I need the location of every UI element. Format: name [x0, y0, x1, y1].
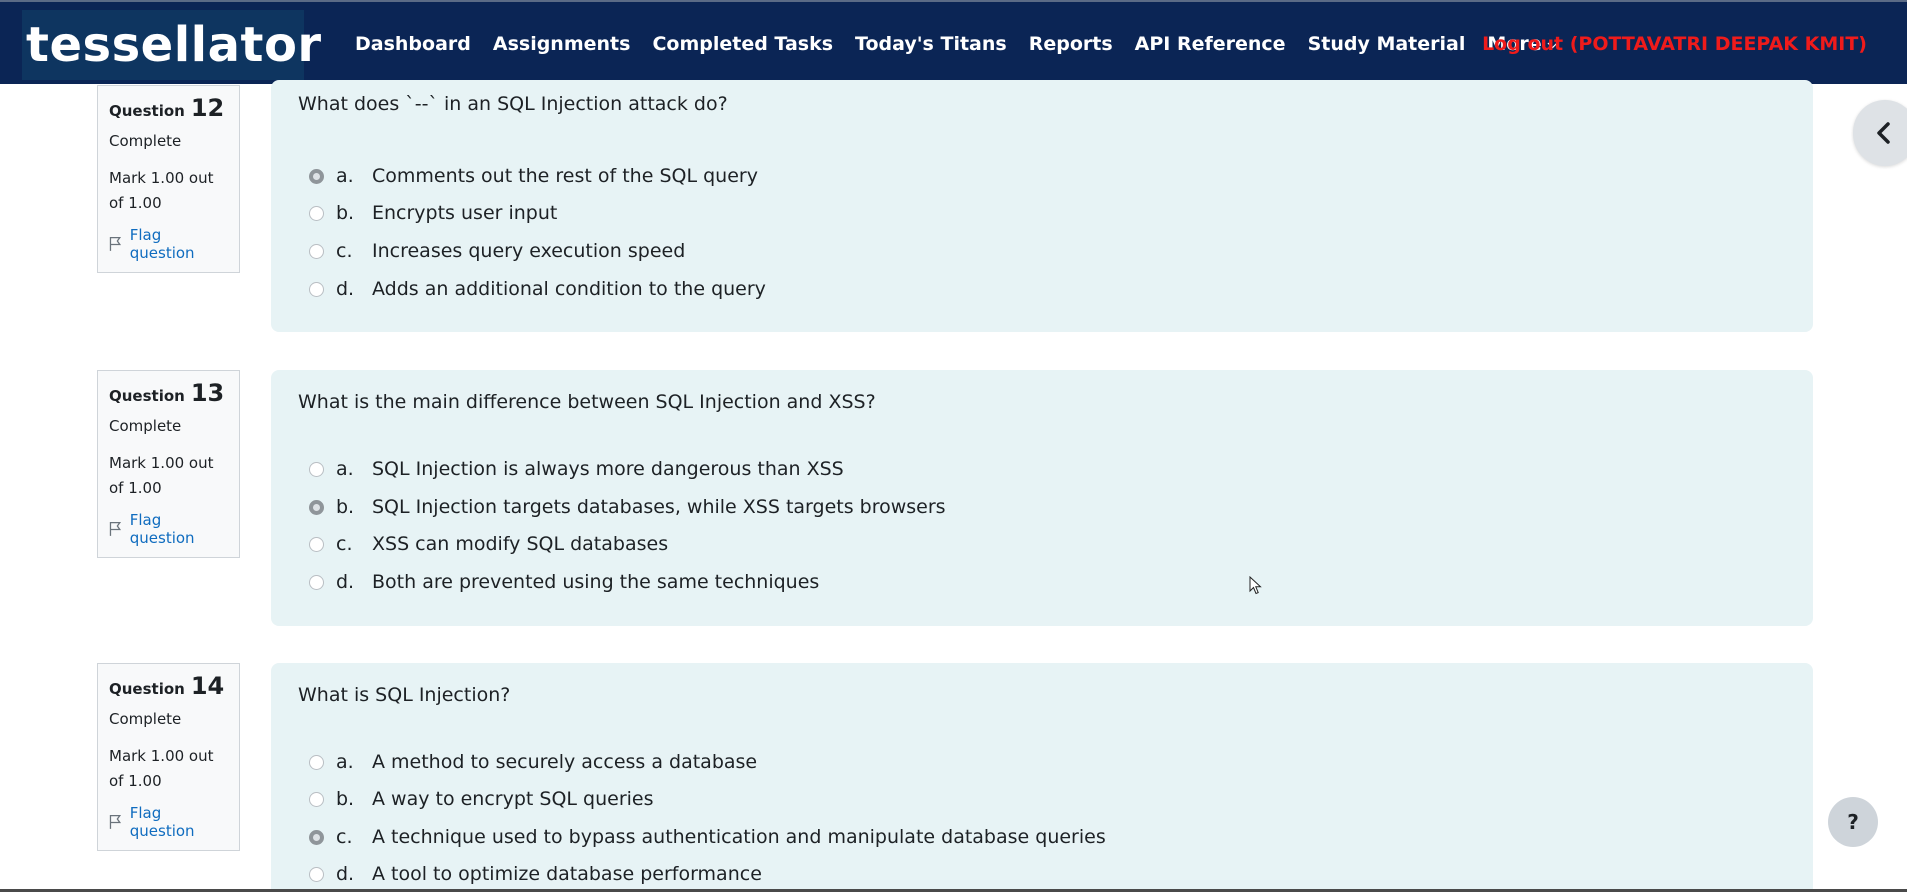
flag-question-label: Flag question — [129, 511, 195, 547]
answer-letter: a. — [336, 751, 354, 773]
answer-option-b[interactable]: b. SQL Injection targets databases, whil… — [309, 493, 946, 521]
answer-radio[interactable] — [309, 791, 324, 807]
answer-option-c[interactable]: c. A technique used to bypass authentica… — [309, 823, 1106, 851]
answer-option-a[interactable]: a. SQL Injection is always more dangerou… — [309, 455, 844, 483]
answer-letter: a. — [336, 165, 354, 187]
nav-dashboard[interactable]: Dashboard — [355, 33, 471, 55]
nav-completed-tasks[interactable]: Completed Tasks — [652, 33, 833, 55]
help-button[interactable]: ? — [1828, 797, 1878, 847]
answer-option-b[interactable]: b. A way to encrypt SQL queries — [309, 785, 654, 813]
answer-radio[interactable] — [309, 499, 324, 515]
question-state: Complete — [109, 132, 182, 150]
answer-option-a[interactable]: a. Comments out the rest of the SQL quer… — [309, 162, 758, 190]
answer-option-d[interactable]: d. Adds an additional condition to the q… — [309, 275, 766, 303]
question-text: What is SQL Injection? — [298, 684, 511, 706]
answer-option-d[interactable]: d. Both are prevented using the same tec… — [309, 568, 819, 596]
answer-letter: b. — [336, 496, 355, 518]
question-word: Question — [109, 102, 185, 120]
chevron-left-icon — [1877, 122, 1890, 144]
answer-radio[interactable] — [309, 281, 324, 297]
question-grade: Mark 1.00 out of 1.00 — [109, 454, 214, 497]
question-content-14: What is SQL Injection? a. A method to se… — [271, 663, 1813, 892]
logout-link[interactable]: Log out (POTTAVATRI DEEPAK KMIT) — [1482, 2, 1867, 86]
answer-letter: a. — [336, 458, 354, 480]
brand-logo[interactable]: tessellator — [22, 10, 321, 80]
block-drawer-toggle[interactable] — [1853, 100, 1907, 166]
answer-radio[interactable] — [309, 574, 324, 590]
question-state: Complete — [109, 417, 182, 435]
flag-icon — [109, 236, 122, 251]
question-info-13: Question 13 Complete Mark 1.00 out of 1.… — [97, 370, 240, 558]
answer-text: A tool to optimize database performance — [372, 863, 762, 885]
question-state: Complete — [109, 710, 182, 728]
answer-radio[interactable] — [309, 168, 324, 184]
answer-text: SQL Injection is always more dangerous t… — [372, 458, 844, 480]
question-number-value: 13 — [190, 379, 225, 407]
answer-letter: b. — [336, 788, 355, 810]
question-content-13: What is the main difference between SQL … — [271, 370, 1813, 626]
top-navbar: tessellator Dashboard Assignments Comple… — [0, 0, 1907, 84]
question-content-12: What does `--` in an SQL Injection attac… — [271, 80, 1813, 332]
answer-text: A method to securely access a database — [372, 751, 758, 773]
flag-icon — [109, 814, 122, 829]
flag-question-label: Flag question — [129, 804, 195, 840]
answer-letter: c. — [336, 240, 353, 262]
answer-letter: d. — [336, 278, 355, 300]
main-nav: Dashboard Assignments Completed Tasks To… — [355, 2, 1579, 86]
answer-option-a[interactable]: a. A method to securely access a databas… — [309, 748, 757, 776]
question-text: What is the main difference between SQL … — [298, 391, 876, 413]
question-word: Question — [109, 387, 185, 405]
question-number: Question 14 — [109, 672, 229, 700]
nav-api-reference[interactable]: API Reference — [1135, 33, 1286, 55]
answer-letter: b. — [336, 202, 355, 224]
answer-text: XSS can modify SQL databases — [372, 533, 669, 555]
answer-text: Encrypts user input — [372, 202, 558, 224]
mouse-cursor-icon — [1249, 576, 1262, 595]
answer-letter: d. — [336, 571, 355, 593]
answer-radio[interactable] — [309, 243, 324, 259]
question-number-value: 12 — [190, 94, 225, 122]
flag-question-label: Flag question — [129, 226, 195, 262]
question-grade: Mark 1.00 out of 1.00 — [109, 169, 214, 212]
nav-assignments[interactable]: Assignments — [493, 33, 631, 55]
nav-study-material[interactable]: Study Material — [1308, 33, 1466, 55]
question-text: What does `--` in an SQL Injection attac… — [298, 93, 728, 115]
answer-radio[interactable] — [309, 829, 324, 845]
answer-option-b[interactable]: b. Encrypts user input — [309, 199, 557, 227]
flag-icon — [109, 521, 122, 536]
answer-letter: c. — [336, 826, 353, 848]
question-number-value: 14 — [190, 672, 225, 700]
answer-radio[interactable] — [309, 205, 324, 221]
answer-letter: c. — [336, 533, 353, 555]
answer-option-c[interactable]: c. XSS can modify SQL databases — [309, 530, 668, 558]
flag-question-link[interactable]: Flag question — [109, 511, 229, 547]
question-info-12: Question 12 Complete Mark 1.00 out of 1.… — [97, 85, 240, 273]
answer-text: Adds an additional condition to the quer… — [372, 278, 766, 300]
answer-text: Comments out the rest of the SQL query — [372, 165, 758, 187]
nav-todays-titans[interactable]: Today's Titans — [855, 33, 1007, 55]
answer-text: A way to encrypt SQL queries — [372, 788, 654, 810]
answer-option-d[interactable]: d. A tool to optimize database performan… — [309, 860, 762, 888]
flag-question-link[interactable]: Flag question — [109, 804, 229, 840]
question-number: Question 13 — [109, 379, 229, 407]
question-grade: Mark 1.00 out of 1.00 — [109, 747, 214, 790]
answer-text: Increases query execution speed — [372, 240, 686, 262]
question-info-14: Question 14 Complete Mark 1.00 out of 1.… — [97, 663, 240, 851]
answer-option-c[interactable]: c. Increases query execution speed — [309, 237, 685, 265]
answer-radio[interactable] — [309, 866, 324, 882]
answer-text: Both are prevented using the same techni… — [372, 571, 820, 593]
answer-text: SQL Injection targets databases, while X… — [372, 496, 946, 518]
answer-radio[interactable] — [309, 461, 324, 477]
answer-radio[interactable] — [309, 754, 324, 770]
nav-reports[interactable]: Reports — [1029, 33, 1113, 55]
question-word: Question — [109, 680, 185, 698]
answer-letter: d. — [336, 863, 355, 885]
answer-text: A technique used to bypass authenticatio… — [372, 826, 1106, 848]
flag-question-link[interactable]: Flag question — [109, 226, 229, 262]
question-number: Question 12 — [109, 94, 229, 122]
answer-radio[interactable] — [309, 536, 324, 552]
